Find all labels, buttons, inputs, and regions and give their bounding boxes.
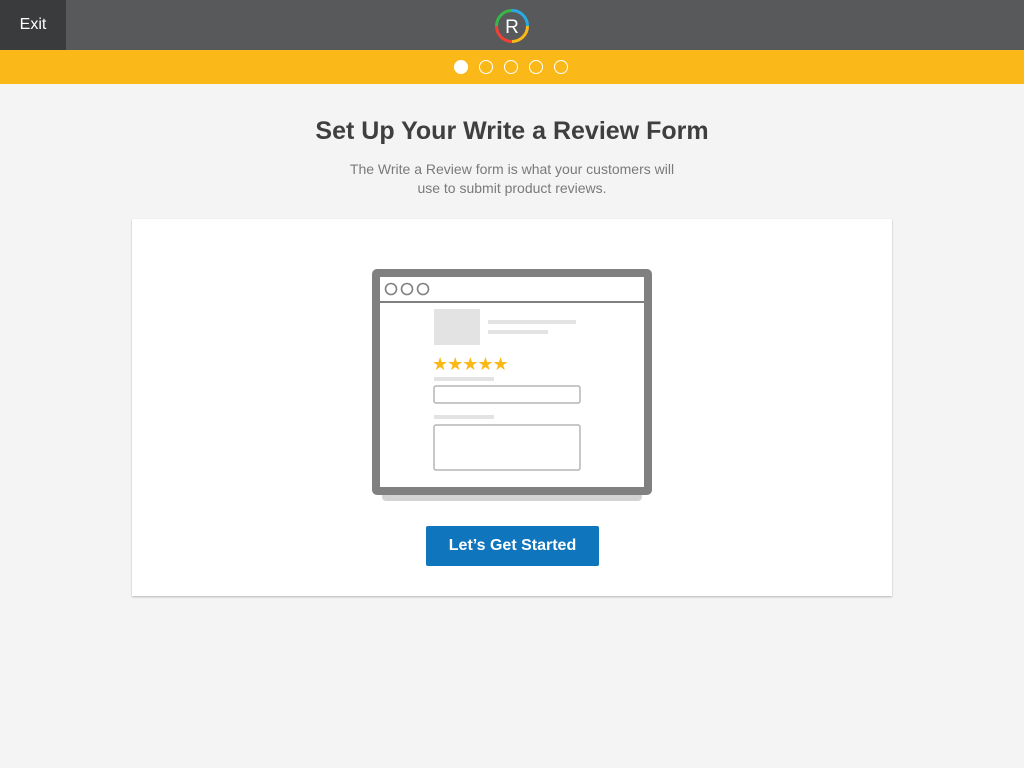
input-placeholder	[433, 385, 581, 404]
text-line-placeholder	[488, 320, 576, 324]
step-dot-1[interactable]	[454, 60, 468, 74]
step-indicator	[454, 60, 568, 74]
rating-stars-icon: ★★★★★	[432, 354, 508, 375]
step-dot-3[interactable]	[504, 60, 518, 74]
ratings-logo-icon: R	[495, 9, 529, 43]
page-title: Set Up Your Write a Review Form	[315, 117, 709, 145]
step-dot-4[interactable]	[529, 60, 543, 74]
textarea-placeholder	[433, 424, 581, 471]
review-form-illustration: ★★★★★	[372, 269, 652, 501]
exit-button[interactable]: Exit	[0, 0, 66, 50]
text-line-placeholder	[488, 330, 548, 334]
page-subtitle: The Write a Review form is what your cus…	[349, 161, 675, 196]
setup-card: ★★★★★ Let’s Get Started	[132, 219, 892, 596]
label-placeholder	[434, 415, 494, 419]
step-dot-2[interactable]	[479, 60, 493, 74]
top-bar: Exit R	[0, 0, 1024, 50]
get-started-button[interactable]: Let’s Get Started	[426, 526, 599, 566]
logo-letter: R	[505, 17, 519, 38]
step-dot-5[interactable]	[554, 60, 568, 74]
label-placeholder	[434, 377, 494, 381]
product-image-placeholder	[434, 309, 480, 345]
